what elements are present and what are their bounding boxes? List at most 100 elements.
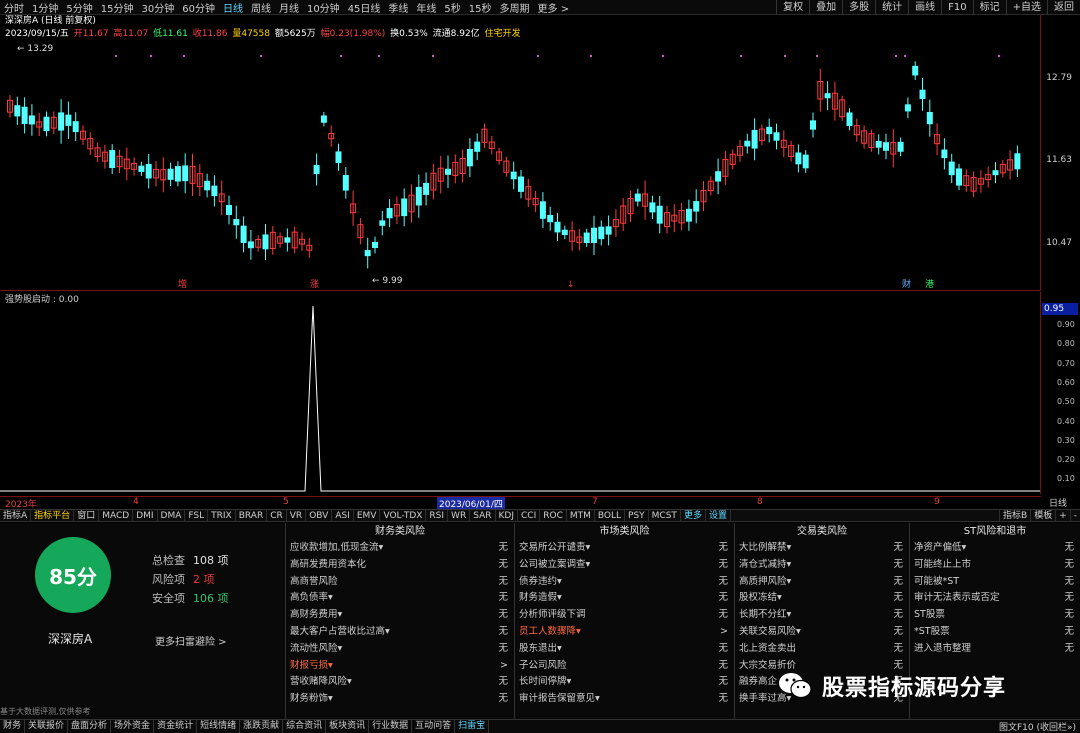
indicator-tab[interactable]: PSY — [625, 509, 649, 522]
bottom-tab[interactable]: 财务 — [0, 720, 26, 733]
risk-row[interactable]: ST股票 无 — [910, 607, 1080, 624]
bottom-tab[interactable]: 关联报价 — [25, 720, 69, 733]
risk-row[interactable]: 子公司风险 无 — [515, 658, 734, 675]
bottom-tab[interactable]: 扫雷宝 — [455, 720, 490, 733]
indicator-tab-right[interactable]: - — [1069, 510, 1080, 522]
timeframe-tab[interactable]: 5秒 — [440, 0, 464, 15]
indicator-tab[interactable]: KDJ — [496, 509, 518, 522]
f10-toggle[interactable]: 图文F10 (收回栏») — [999, 720, 1076, 733]
indicator-chart[interactable] — [0, 292, 1041, 494]
risk-row[interactable]: 可能终止上市 无 — [910, 557, 1080, 574]
indicator-tab[interactable]: MCST — [649, 509, 681, 522]
risk-row[interactable]: 可能被*ST 无 — [910, 574, 1080, 591]
bottom-tab[interactable]: 涨跌贡献 — [240, 720, 284, 733]
bottom-tab[interactable]: 综合资讯 — [283, 720, 327, 733]
timeframe-tab[interactable]: 周线 — [247, 0, 275, 15]
risk-row[interactable]: 净资产偏低▾ 无 — [910, 540, 1080, 557]
risk-row[interactable]: 应收款增加,低现金流▾ 无 — [286, 540, 514, 557]
toolbar-button[interactable]: +自选 — [1005, 0, 1047, 15]
indicator-tab[interactable]: 指标平台 — [31, 509, 75, 522]
indicator-tab[interactable]: RSI — [426, 509, 449, 522]
risk-row[interactable]: 高研发费用资本化 无 — [286, 557, 514, 574]
risk-row[interactable]: *ST股票 无 — [910, 624, 1080, 641]
kline-chart[interactable]: 增 涨 ↓ 财 港 ← 13.29 ← 9.99 — [0, 15, 1041, 291]
risk-row[interactable]: 债券违约▾ 无 — [515, 574, 734, 591]
timeframe-tab[interactable]: 45日线 — [344, 0, 385, 15]
bottom-tab[interactable]: 行业数据 — [369, 720, 413, 733]
indicator-tab[interactable]: MTM — [567, 509, 595, 522]
indicator-tab[interactable]: ROC — [540, 509, 567, 522]
risk-row[interactable]: 公司被立案调查▾ 无 — [515, 557, 734, 574]
timeframe-tab[interactable]: 分时 — [0, 0, 28, 15]
risk-row[interactable]: 分析师评级下调 无 — [515, 607, 734, 624]
risk-row[interactable]: 北上资金卖出 无 — [735, 641, 909, 658]
risk-row[interactable]: 长时间停牌▾ 无 — [515, 674, 734, 691]
toolbar-button[interactable]: 返回 — [1047, 0, 1080, 15]
indicator-tab[interactable]: 设置 — [706, 509, 731, 522]
indicator-tab[interactable]: VR — [287, 509, 307, 522]
bottom-tab[interactable]: 互动问答 — [412, 720, 456, 733]
risk-row[interactable]: 员工人数骤降▾ > — [515, 624, 734, 641]
toolbar-button[interactable]: 复权 — [776, 0, 809, 15]
timeframe-tab[interactable]: 1分钟 — [28, 0, 62, 15]
indicator-tab[interactable]: 更多 — [681, 509, 706, 522]
indicator-tab[interactable]: 窗口 — [74, 509, 100, 522]
toolbar-button[interactable]: F10 — [941, 0, 972, 15]
risk-row[interactable]: 高负债率▾ 无 — [286, 590, 514, 607]
indicator-tab[interactable]: MACD — [99, 509, 134, 522]
indicator-tab[interactable]: BOLL — [595, 509, 626, 522]
risk-row[interactable]: 审计无法表示或否定 无 — [910, 590, 1080, 607]
risk-row[interactable]: 审计报告保留意见▾ 无 — [515, 691, 734, 708]
risk-row[interactable]: 清仓式减持▾ 无 — [735, 557, 909, 574]
indicator-tab[interactable]: CR — [267, 509, 287, 522]
timeframe-tab[interactable]: 15分钟 — [97, 0, 138, 15]
risk-row[interactable]: 关联交易风险▾ 无 — [735, 624, 909, 641]
timeframe-tab[interactable]: 60分钟 — [178, 0, 219, 15]
bottom-tab[interactable]: 板块资讯 — [326, 720, 370, 733]
indicator-tab[interactable]: BRAR — [236, 509, 268, 522]
risk-row[interactable]: 股权冻结▾ 无 — [735, 590, 909, 607]
timeframe-tab[interactable]: 30分钟 — [137, 0, 178, 15]
risk-row[interactable]: 股东退出▾ 无 — [515, 641, 734, 658]
timeframe-tab[interactable]: 日线 — [219, 0, 247, 15]
toolbar-button[interactable]: 画线 — [908, 0, 941, 15]
indicator-tab[interactable]: WR — [448, 509, 471, 522]
toolbar-button[interactable]: 叠加 — [809, 0, 842, 15]
timeframe-tab[interactable]: 季线 — [384, 0, 412, 15]
indicator-tab-right[interactable]: 模板 — [1030, 510, 1055, 522]
timeframe-tab[interactable]: 月线 — [275, 0, 303, 15]
risk-row[interactable]: 长期不分红▾ 无 — [735, 607, 909, 624]
timeframe-tab[interactable]: 5分钟 — [62, 0, 96, 15]
bottom-tab[interactable]: 场外资金 — [111, 720, 155, 733]
timeframe-tab[interactable]: 10分钟 — [303, 0, 344, 15]
indicator-tab[interactable]: SAR — [470, 509, 496, 522]
toolbar-button[interactable]: 多股 — [842, 0, 875, 15]
indicator-tab[interactable]: OBV — [306, 509, 333, 522]
indicator-tab[interactable]: VOL-TDX — [380, 509, 427, 522]
risk-row[interactable]: 高质押风险▾ 无 — [735, 574, 909, 591]
indicator-tab[interactable]: 指标A — [0, 509, 32, 522]
risk-row[interactable]: 进入退市整理 无 — [910, 641, 1080, 658]
indicator-tab[interactable]: TRIX — [208, 509, 236, 522]
bottom-tab[interactable]: 盘面分析 — [68, 720, 112, 733]
risk-row[interactable]: 高商誉风险 无 — [286, 574, 514, 591]
timeframe-tab[interactable]: 多周期 — [496, 0, 534, 15]
timeframe-tab[interactable]: 15秒 — [465, 0, 496, 15]
indicator-tab[interactable]: CCI — [518, 509, 541, 522]
risk-row[interactable]: 财务造假▾ 无 — [515, 590, 734, 607]
indicator-tab[interactable]: DMI — [133, 509, 158, 522]
timeframe-tab[interactable]: 年线 — [412, 0, 440, 15]
risk-row[interactable]: 流动性风险▾ 无 — [286, 641, 514, 658]
bottom-tab[interactable]: 短线情绪 — [197, 720, 241, 733]
toolbar-button[interactable]: 统计 — [875, 0, 908, 15]
timeframe-tab[interactable]: 更多 > — [534, 0, 574, 15]
indicator-tab-right[interactable]: + — [1055, 510, 1070, 522]
indicator-tab[interactable]: FSL — [185, 509, 209, 522]
indicator-tab[interactable]: EMV — [354, 509, 381, 522]
risk-row[interactable]: 交易所公开谴责▾ 无 — [515, 540, 734, 557]
toolbar-button[interactable]: 标记 — [972, 0, 1006, 15]
risk-row[interactable]: 营收赌降风险▾ 无 — [286, 674, 514, 691]
period-label[interactable]: 日线 — [1041, 496, 1080, 509]
risk-row[interactable]: 财报亏损▾ > — [286, 658, 514, 675]
risk-row[interactable]: 最大客户占营收比过高▾ 无 — [286, 624, 514, 641]
